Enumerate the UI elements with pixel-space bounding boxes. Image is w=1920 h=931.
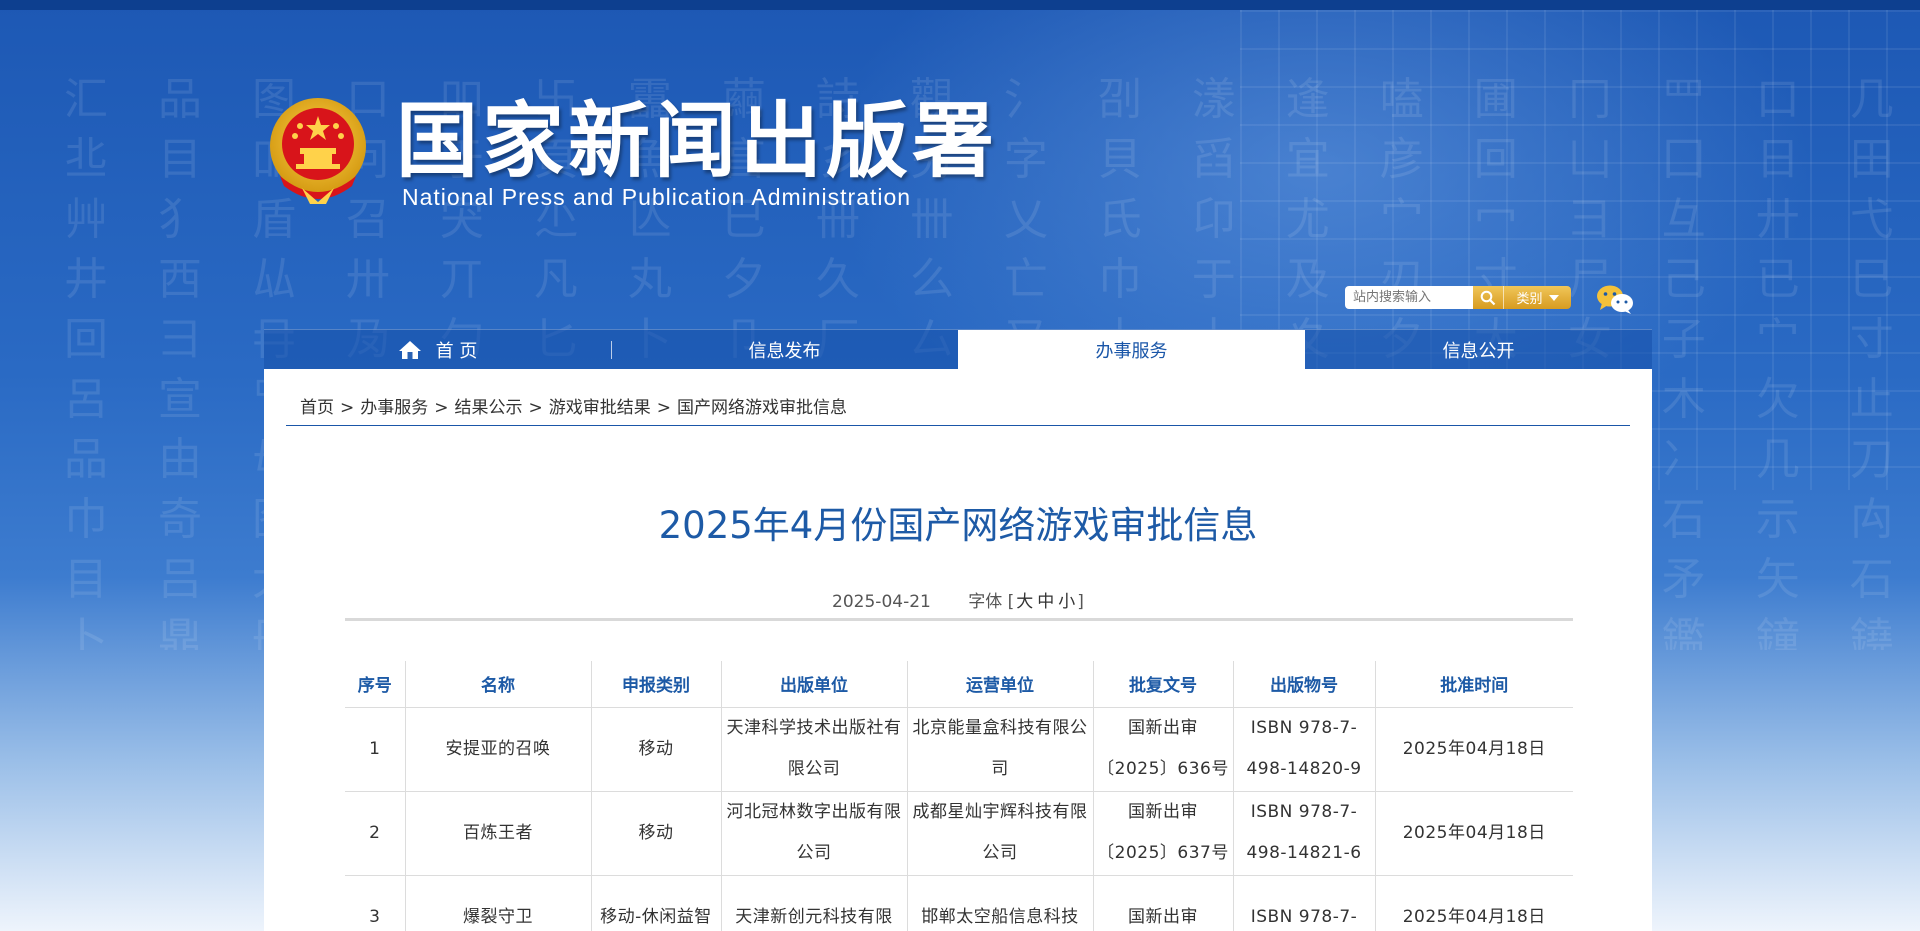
breadcrumb-game-results[interactable]: 游戏审批结果 xyxy=(549,398,651,418)
table-cell: 2025年04月18日 xyxy=(1374,790,1573,876)
column-header: 批准时间 xyxy=(1374,661,1573,708)
wechat-icon[interactable] xyxy=(1596,284,1634,314)
column-header: 申报类别 xyxy=(590,661,722,708)
column-header: 名称 xyxy=(404,661,592,708)
breadcrumb-divider xyxy=(286,425,1630,426)
table-cell: 天津科学技术出版社有限公司 xyxy=(720,706,908,792)
table-cell: 国新出审 xyxy=(1092,874,1234,931)
column-header: 序号 xyxy=(345,661,406,708)
column-header: 批复文号 xyxy=(1092,661,1234,708)
breadcrumb-services[interactable]: 办事服务 xyxy=(360,398,428,418)
column-header: 出版单位 xyxy=(720,661,908,708)
article-title: 2025年4月份国产网络游戏审批信息 xyxy=(658,504,1258,547)
meta-divider xyxy=(345,618,1573,621)
table-row: 1 安提亚的召唤 移动 天津科学技术出版社有限公司 北京能量盒科技有限公司 国新… xyxy=(345,706,1573,792)
breadcrumb-separator: > xyxy=(528,398,543,418)
table-header-row: 序号 名称 申报类别 出版单位 运营单位 批复文号 出版物号 批准时间 xyxy=(345,661,1573,708)
main-nav: 首 页 信息发布 办事服务 信息公开 xyxy=(264,329,1652,369)
site-title: 国家新闻出版署 xyxy=(396,94,999,189)
table-cell: 邯郸太空船信息科技 xyxy=(906,874,1094,931)
search-icon xyxy=(1480,290,1496,305)
table-cell: 河北冠林数字出版有限公司 xyxy=(720,790,908,876)
table-cell: ISBN 978-7-498-14821-6 xyxy=(1232,790,1376,876)
breadcrumb-results[interactable]: 结果公示 xyxy=(455,398,523,418)
search-button[interactable] xyxy=(1473,286,1503,309)
top-bar xyxy=(0,0,1920,10)
category-label: 类别 xyxy=(1516,292,1543,307)
approval-table: 序号 名称 申报类别 出版单位 运营单位 批复文号 出版物号 批准时间 1 安提… xyxy=(345,661,1573,931)
column-header: 运营单位 xyxy=(906,661,1094,708)
breadcrumb-separator: > xyxy=(434,398,449,418)
table-cell: 国新出审〔2025〕637号 xyxy=(1092,790,1234,876)
table-cell: 移动-休闲益智 xyxy=(590,874,722,931)
article-meta: 2025-04-21 字体 [大中小] xyxy=(264,587,1652,612)
nav-item-label: 办事服务 xyxy=(1095,340,1168,362)
main-content: 首页 > 办事服务 > 结果公示 > 游戏审批结果 > 国产网络游戏审批信息 2025年4月份国… xyxy=(264,369,1652,931)
nav-item-info-disclosure[interactable]: 信息公开 xyxy=(1305,330,1652,369)
nav-item-label: 信息公开 xyxy=(1442,340,1515,362)
font-size-small-button[interactable]: 小 xyxy=(1058,592,1075,612)
breadcrumb: 首页 > 办事服务 > 结果公示 > 游戏审批结果 > 国产网络游戏审批信息 xyxy=(300,393,847,418)
column-header: 出版物号 xyxy=(1232,661,1376,708)
table-cell: 移动 xyxy=(590,790,722,876)
nav-item-services[interactable]: 办事服务 xyxy=(958,330,1305,369)
breadcrumb-home[interactable]: 首页 xyxy=(300,398,334,418)
chevron-down-icon xyxy=(1548,294,1559,301)
font-size-medium-button[interactable]: 中 xyxy=(1037,592,1054,612)
search-input[interactable] xyxy=(1345,286,1473,309)
table-row: 3 爆裂守卫 移动-休闲益智 天津新创元科技有限 邯郸太空船信息科技 国新出审 … xyxy=(345,874,1573,931)
breadcrumb-current[interactable]: 国产网络游戏审批信息 xyxy=(677,398,847,418)
table-cell: 成都星灿宇辉科技有限公司 xyxy=(906,790,1094,876)
nav-item-label: 信息发布 xyxy=(748,340,821,362)
table-cell: ISBN 978-7- xyxy=(1232,874,1376,931)
article-date: 2025-04-21 xyxy=(832,592,931,612)
table-cell: 国新出审〔2025〕636号 xyxy=(1092,706,1234,792)
home-icon xyxy=(398,340,421,359)
table-cell: 3 xyxy=(345,874,406,931)
table-cell: 2025年04月18日 xyxy=(1374,706,1573,792)
table-cell: 爆裂守卫 xyxy=(404,874,592,931)
font-size-bracket-open: [ xyxy=(1007,592,1015,612)
site-subtitle: National Press and Publication Administr… xyxy=(402,184,912,210)
nav-item-home[interactable]: 首 页 xyxy=(264,330,611,369)
font-size-label: 字体 xyxy=(968,592,1003,612)
nav-item-info-release[interactable]: 信息发布 xyxy=(611,330,958,369)
table-cell: 2 xyxy=(345,790,406,876)
table-cell: 百炼王者 xyxy=(404,790,592,876)
breadcrumb-separator: > xyxy=(656,398,671,418)
font-size-bracket-close: ] xyxy=(1077,592,1084,612)
font-size-large-button[interactable]: 大 xyxy=(1016,592,1033,612)
nav-item-label: 首 页 xyxy=(435,340,478,362)
table-cell: 1 xyxy=(345,706,406,792)
table-cell: 移动 xyxy=(590,706,722,792)
category-select[interactable]: 类别 xyxy=(1503,286,1571,309)
breadcrumb-separator: > xyxy=(340,398,355,418)
table-cell: ISBN 978-7-498-14820-9 xyxy=(1232,706,1376,792)
table-row: 2 百炼王者 移动 河北冠林数字出版有限公司 成都星灿宇辉科技有限公司 国新出审… xyxy=(345,790,1573,876)
table-cell: 安提亚的召唤 xyxy=(404,706,592,792)
table-cell: 2025年04月18日 xyxy=(1374,874,1573,931)
table-cell: 天津新创元科技有限 xyxy=(720,874,908,931)
national-emblem-icon xyxy=(270,98,366,204)
table-cell: 北京能量盒科技有限公司 xyxy=(906,706,1094,792)
